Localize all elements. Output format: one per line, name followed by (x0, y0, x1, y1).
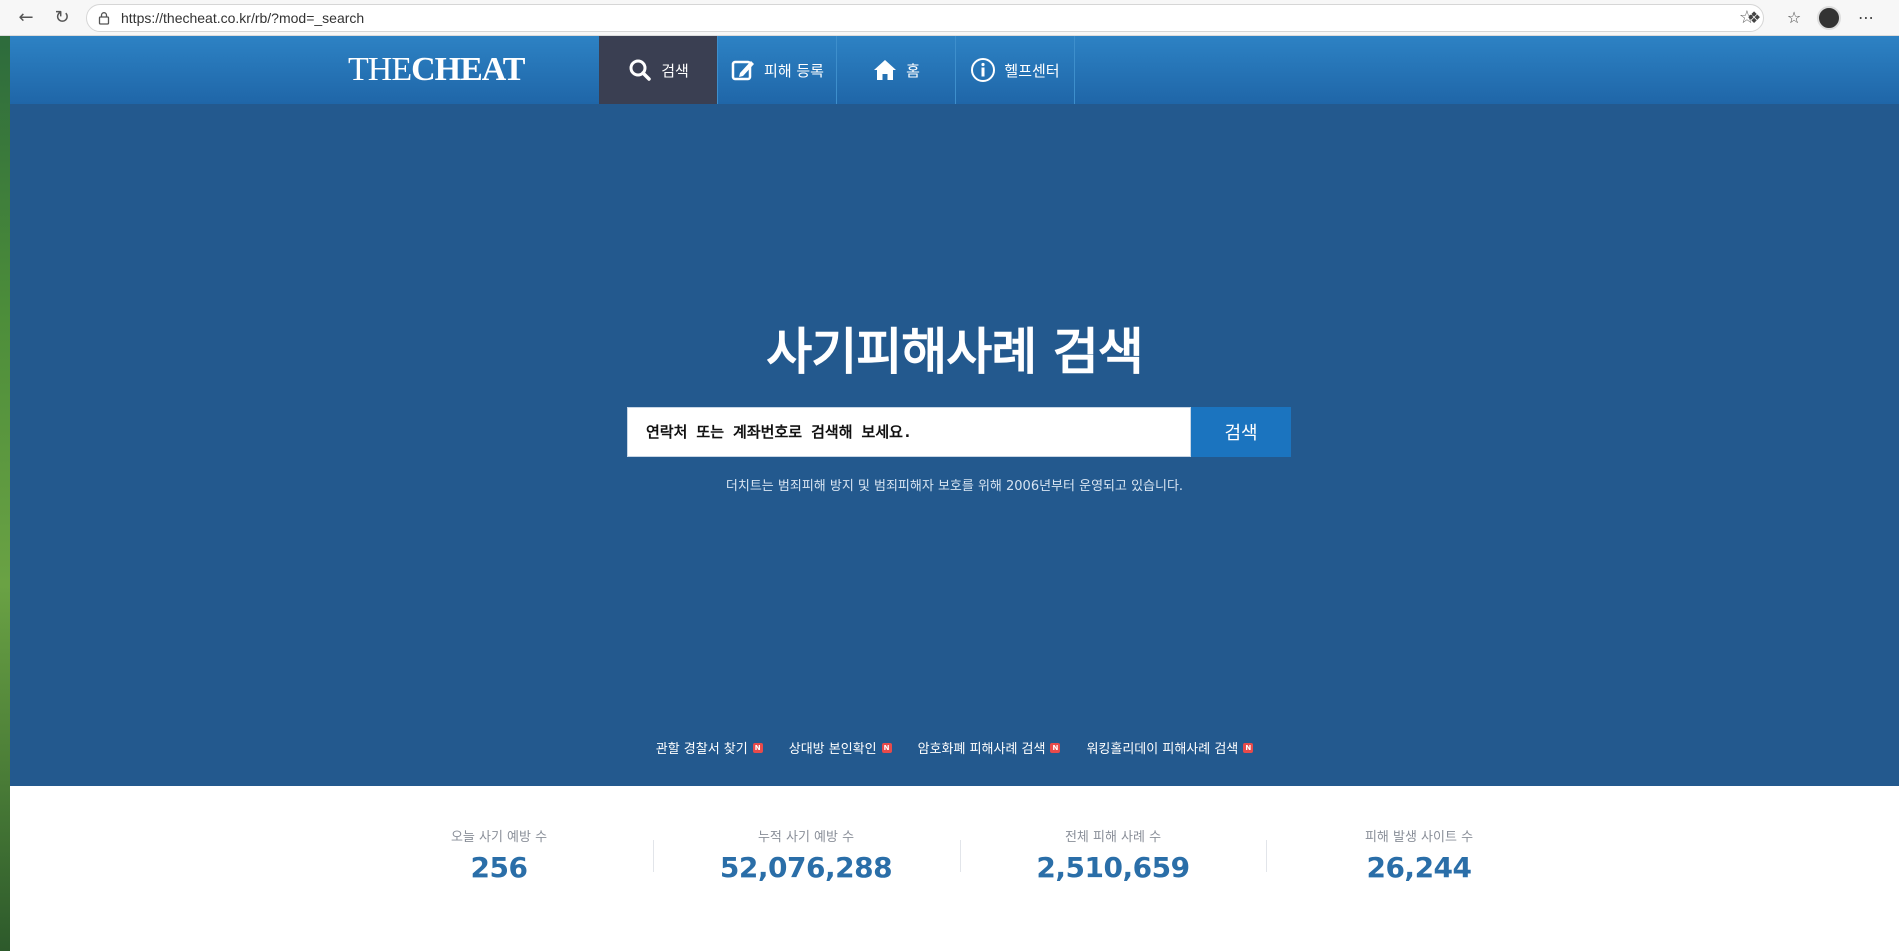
nav-home[interactable]: 홈 (837, 36, 956, 104)
new-badge-icon: N (1050, 742, 1061, 753)
site-logo[interactable]: THECHEAT (348, 50, 525, 90)
nav-search[interactable]: 검색 (599, 36, 718, 104)
search-icon (629, 59, 651, 81)
profile-avatar[interactable] (1817, 6, 1841, 30)
quick-link-crypto-search[interactable]: 암호화폐 피해사례 검색 N (918, 738, 1061, 757)
site-description: 더치트는 범죄피해 방지 및 범죄피해자 보호를 위해 2006년부터 운영되고… (725, 479, 1184, 494)
refresh-icon[interactable]: ↻ (50, 6, 74, 30)
extensions-icon[interactable]: ❖ (1741, 6, 1767, 30)
home-icon (874, 60, 897, 80)
stat-today-prevented: 오늘 사기 예방 수 256 (450, 830, 548, 884)
stat-damage-sites: 피해 발생 사이트 수 26,244 (1364, 830, 1474, 884)
stat-total-cases: 전체 피해 사례 수 2,510,659 (1036, 830, 1190, 884)
stat-total-prevented: 누적 사기 예방 수 52,076,288 (719, 830, 893, 884)
nav-label: 피해 등록 (764, 61, 824, 80)
quick-link-police-station[interactable]: 관할 경찰서 찾기 N (656, 738, 763, 757)
new-badge-icon: N (1243, 742, 1254, 753)
favorites-icon[interactable]: ☆ (1781, 6, 1807, 30)
search-button[interactable]: 검색 (1191, 407, 1291, 457)
quick-link-identity-check[interactable]: 상대방 본인확인 N (789, 738, 892, 757)
edit-icon (731, 60, 755, 81)
new-badge-icon: N (881, 742, 892, 753)
search-input[interactable] (627, 407, 1191, 457)
statistics-bar: 오늘 사기 예방 수 256 누적 사기 예방 수 52,076,288 전체 … (10, 786, 1899, 951)
desktop-background-strip (0, 36, 10, 951)
page-title: 사기피해사례 검색 (766, 323, 1143, 381)
more-icon[interactable]: ⋯ (1853, 6, 1879, 30)
nav-label: 검색 (661, 61, 689, 80)
back-icon[interactable]: ← (14, 6, 38, 30)
main-nav: 검색 피해 등록 홈 헬프센터 (599, 36, 1075, 104)
new-badge-icon: N (752, 742, 763, 753)
url-text: https://thecheat.co.kr/rb/?mod=_search (121, 10, 365, 26)
browser-toolbar: ← ↻ https://thecheat.co.kr/rb/?mod=_sear… (0, 0, 1899, 36)
quick-links: 관할 경찰서 찾기 N 상대방 본인확인 N 암호화폐 피해사례 검색 N 워킹홀리데… (10, 738, 1899, 757)
address-bar[interactable]: https://thecheat.co.kr/rb/?mod=_search ☆ (86, 4, 1764, 32)
info-icon (971, 58, 996, 82)
lock-icon (98, 12, 110, 25)
nav-help-center[interactable]: 헬프센터 (956, 36, 1075, 104)
nav-report-damage[interactable]: 피해 등록 (718, 36, 837, 104)
site-header: THECHEAT 검색 피해 등록 홈 헬프센터 (10, 36, 1899, 104)
nav-label: 헬프센터 (1004, 61, 1060, 80)
nav-label: 홈 (906, 61, 920, 80)
search-hero: 사기피해사례 검색 검색 더치트는 범죄피해 방지 및 범죄피해자 보호를 위해… (10, 104, 1899, 786)
quick-link-working-holiday-search[interactable]: 워킹홀리데이 피해사례 검색 N (1086, 738, 1254, 757)
